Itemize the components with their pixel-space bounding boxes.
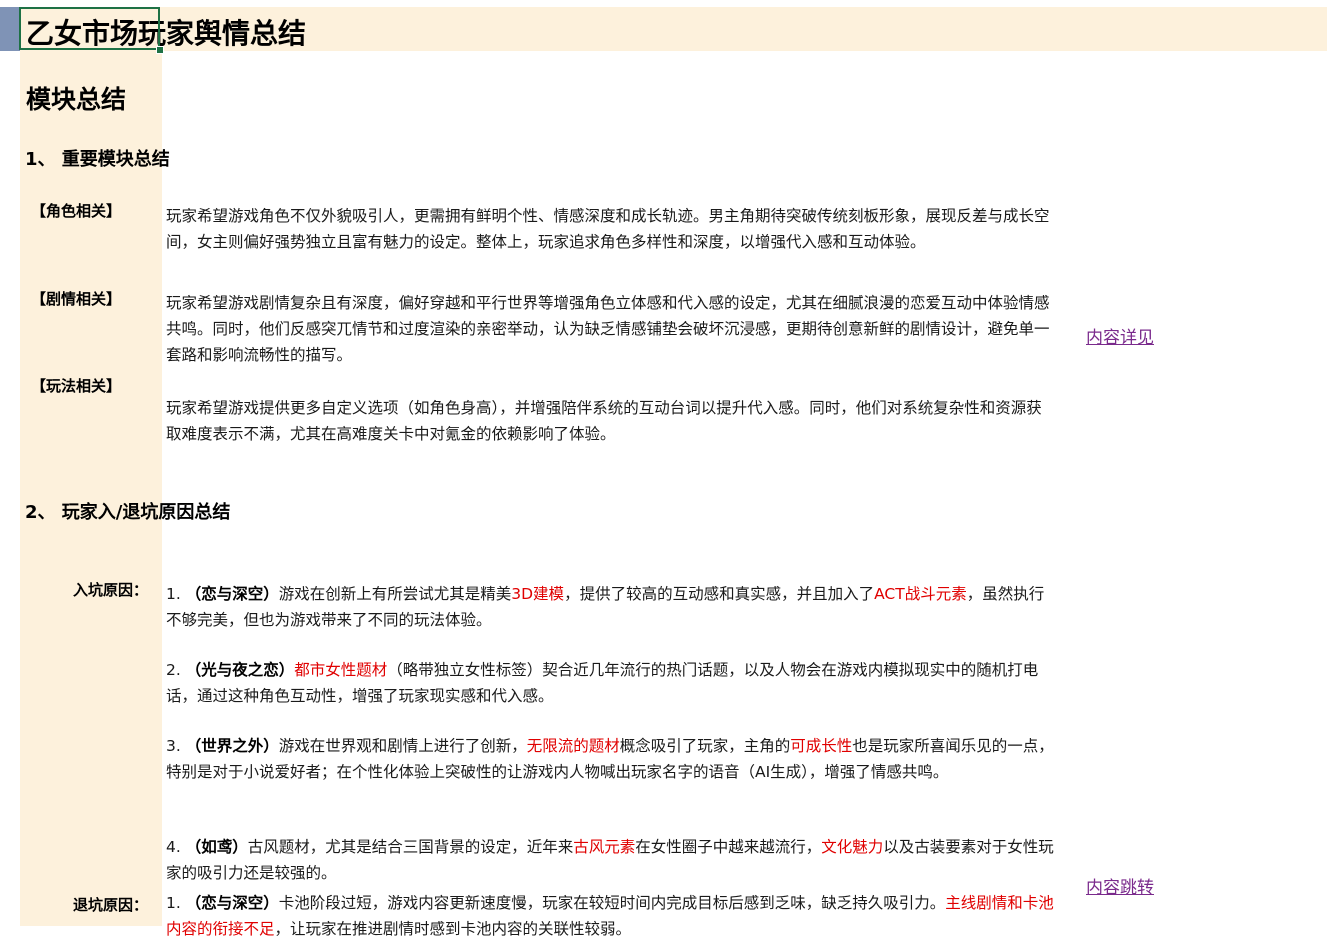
para-role[interactable]: 玩家希望游戏角色不仅外貌吸引人，更需拥有鲜明个性、情感深度和成长轨迹。男主角期待… <box>166 203 1056 255</box>
enter-reason-2[interactable]: 2. （光与夜之恋）都市女性题材（略带独立女性标签）契合近几年流行的热门话题，以… <box>166 657 1056 709</box>
section2-heading[interactable]: 2、 玩家入/退坑原因总结 <box>25 498 230 524</box>
label-role[interactable]: 【角色相关】 <box>31 200 121 221</box>
para-story[interactable]: 玩家希望游戏剧情复杂且有深度，偏好穿越和平行世界等增强角色立体感和代入感的设定，… <box>166 290 1056 368</box>
label-exit-reasons[interactable]: 退坑原因： <box>73 894 148 915</box>
label-enter-reasons[interactable]: 入坑原因： <box>73 579 148 600</box>
row-header-strip <box>0 7 20 51</box>
enter-reason-3[interactable]: 3. （世界之外）游戏在世界观和剧情上进行了创新，无限流的题材概念吸引了玩家，主… <box>166 733 1056 785</box>
section1-heading[interactable]: 1、 重要模块总结 <box>25 145 170 171</box>
content-details-link[interactable]: 内容详见 <box>1086 323 1154 348</box>
title-band <box>162 7 1327 51</box>
enter-reason-4[interactable]: 4. （如鸢）古风题材，尤其是结合三国背景的设定，近年来古风元素在女性圈子中越来… <box>166 834 1056 886</box>
selected-cell-outline[interactable] <box>19 7 160 50</box>
enter-reason-1[interactable]: 1. （恋与深空）游戏在创新上有所尝试尤其是精美3D建模，提供了较高的互动感和真… <box>166 581 1056 633</box>
label-gameplay[interactable]: 【玩法相关】 <box>31 375 121 396</box>
label-story[interactable]: 【剧情相关】 <box>31 288 121 309</box>
para-gameplay[interactable]: 玩家希望游戏提供更多自定义选项（如角色身高），并增强陪伴系统的互动台词以提升代入… <box>166 395 1056 447</box>
fill-handle[interactable] <box>156 46 164 54</box>
content-jump-link[interactable]: 内容跳转 <box>1086 873 1154 898</box>
section-title[interactable]: 模块总结 <box>26 80 126 116</box>
exit-reason-1[interactable]: 1. （恋与深空）卡池阶段过短，游戏内容更新速度慢，玩家在较短时间内完成目标后感… <box>166 890 1056 942</box>
